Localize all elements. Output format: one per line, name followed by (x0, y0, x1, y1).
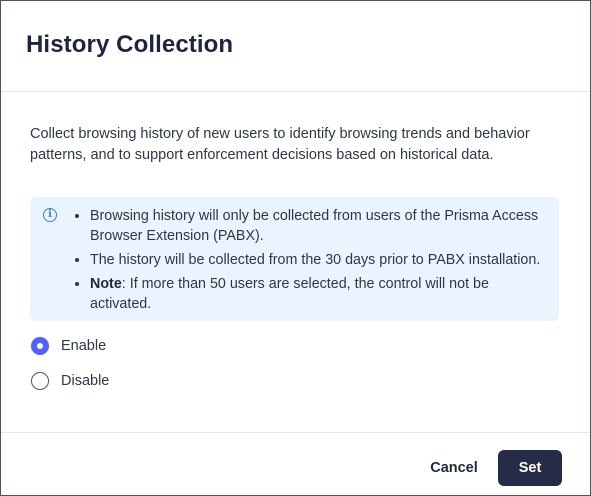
disable-label: Disable (61, 373, 110, 389)
info-item: Browsing history will only be collected … (90, 206, 552, 246)
info-item-text: : If more than 50 users are selected, th… (90, 276, 489, 312)
set-button[interactable]: Set (498, 450, 562, 486)
enable-option[interactable]: Enable (31, 336, 106, 356)
history-collection-dialog: History Collection Collect browsing hist… (0, 0, 591, 496)
dialog-description: Collect browsing history of new users to… (30, 126, 530, 163)
enable-radio[interactable] (31, 337, 49, 355)
dialog-footer: Cancel Set (1, 432, 590, 496)
info-item: Note: If more than 50 users are selected… (90, 274, 552, 314)
info-callout: i Browsing history will only be collecte… (30, 197, 559, 321)
info-icon: i (43, 208, 57, 222)
enable-label: Enable (61, 338, 107, 354)
info-item: The history will be collected from the 3… (90, 250, 552, 270)
disable-radio[interactable] (31, 372, 49, 390)
info-list: Browsing history will only be collected … (90, 206, 552, 318)
dialog-title: History Collection (26, 31, 234, 58)
cancel-button[interactable]: Cancel (423, 450, 485, 486)
note-label: Note (90, 276, 122, 292)
info-item-text: Browsing history will only be collected … (90, 208, 539, 244)
disable-option[interactable]: Disable (31, 371, 109, 391)
dialog-header: History Collection (1, 1, 590, 92)
info-item-text: The history will be collected from the 3… (90, 252, 541, 268)
